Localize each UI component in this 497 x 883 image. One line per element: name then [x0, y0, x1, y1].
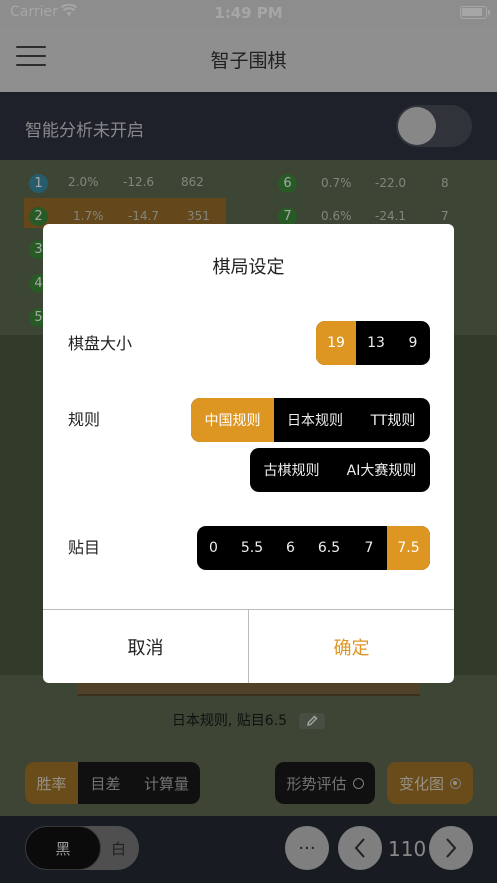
rule-chinese[interactable]: 中国规则 — [191, 398, 274, 442]
komi-selector: 0 5.5 6 6.5 7 7.5 — [197, 526, 430, 570]
komi-5-5[interactable]: 5.5 — [230, 526, 274, 570]
confirm-button[interactable]: 确定 — [249, 610, 454, 683]
rule-ai-competition[interactable]: AI大赛规则 — [333, 448, 430, 492]
game-settings-dialog: 棋局设定 棋盘大小 19 13 9 规则 中国规则 日本规则 TT规则 古棋规则… — [43, 224, 454, 683]
board-size-label: 棋盘大小 — [68, 334, 133, 353]
komi-6[interactable]: 6 — [274, 526, 307, 570]
rule-tt[interactable]: TT规则 — [356, 398, 430, 442]
board-size-selector: 19 13 9 — [316, 321, 430, 365]
board-size-9[interactable]: 9 — [396, 321, 430, 365]
board-size-19[interactable]: 19 — [316, 321, 356, 365]
komi-0[interactable]: 0 — [197, 526, 230, 570]
cancel-button[interactable]: 取消 — [43, 610, 249, 683]
komi-label: 贴目 — [68, 538, 101, 557]
komi-7-5[interactable]: 7.5 — [387, 526, 430, 570]
rule-japanese[interactable]: 日本规则 — [274, 398, 356, 442]
board-size-13[interactable]: 13 — [356, 321, 396, 365]
komi-6-5[interactable]: 6.5 — [307, 526, 351, 570]
dialog-title: 棋局设定 — [212, 257, 285, 278]
rule-ancient[interactable]: 古棋规则 — [250, 448, 333, 492]
dialog-footer: 取消 确定 — [43, 609, 454, 683]
rules-selector-row2: 古棋规则 AI大赛规则 — [250, 448, 430, 492]
rules-selector-row1: 中国规则 日本规则 TT规则 — [191, 398, 430, 442]
komi-7[interactable]: 7 — [351, 526, 387, 570]
rules-label: 规则 — [68, 410, 101, 429]
